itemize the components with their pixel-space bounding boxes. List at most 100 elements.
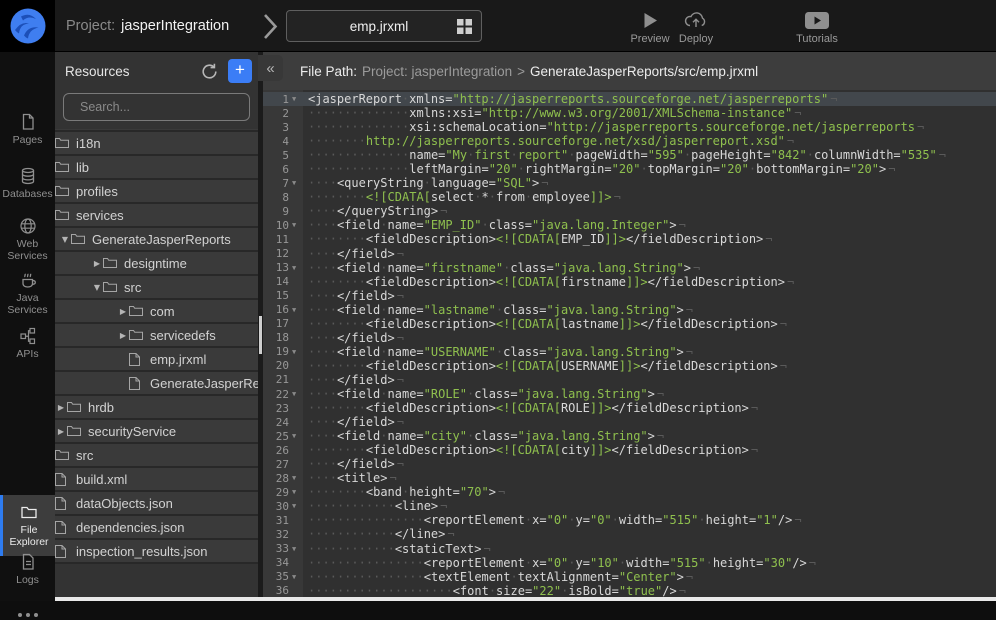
- code-line: ··············leftMargin="20"·rightMargi…: [303, 162, 996, 176]
- tree-item[interactable]: ▶servicedefs: [55, 324, 258, 348]
- chevron-right-icon[interactable]: ▶: [117, 331, 129, 340]
- databases-icon: [18, 166, 38, 186]
- grid-icon[interactable]: [457, 19, 472, 34]
- tree-item[interactable]: dataObjects.json: [55, 492, 258, 516]
- tree-item[interactable]: src: [55, 444, 258, 468]
- open-document-tab[interactable]: emp.jrxml: [286, 10, 482, 42]
- code-line: <jasperReport·xmlns="http://jasperreport…: [303, 92, 996, 106]
- file-icon: [129, 353, 143, 366]
- fold-arrow-icon[interactable]: ▼: [292, 488, 303, 496]
- code-line: ················<reportElement·x="0"·y="…: [303, 556, 996, 570]
- code-line: ············</line>¬: [303, 527, 996, 541]
- chevron-right-icon[interactable]: ▶: [91, 259, 103, 268]
- tree-item[interactable]: profiles: [55, 180, 258, 204]
- tree-item[interactable]: ▶hrdb: [55, 396, 258, 420]
- sidebar-item-web-services[interactable]: Web Services: [0, 214, 55, 264]
- tree-item[interactable]: i18n: [55, 132, 258, 156]
- folder-icon: [55, 185, 69, 197]
- folder-icon: [55, 161, 69, 173]
- project-label: Project:: [66, 18, 115, 34]
- horizontal-scrollbar[interactable]: [55, 597, 996, 601]
- sidebar-item-label: Logs: [16, 575, 39, 587]
- refresh-icon: [201, 63, 218, 80]
- tree-item[interactable]: ▶com: [55, 300, 258, 324]
- resources-scrollbar-thumb[interactable]: [259, 316, 262, 354]
- project-name: jasperIntegration: [121, 18, 229, 34]
- folder-icon: [67, 425, 81, 437]
- fold-arrow-icon[interactable]: ▼: [292, 502, 303, 510]
- code-line: ····</field>¬: [303, 331, 996, 345]
- tree-item-label: src: [124, 280, 141, 295]
- tutorials-button[interactable]: Tutorials: [788, 9, 846, 45]
- wavemaker-logo-icon: [9, 7, 47, 45]
- tree-item[interactable]: lib: [55, 156, 258, 180]
- line-number: 17: [263, 317, 292, 330]
- app-logo[interactable]: [0, 0, 55, 52]
- line-number: 30: [263, 500, 292, 513]
- tree-item[interactable]: inspection_results.json: [55, 540, 258, 564]
- chevron-right-icon[interactable]: ▶: [55, 403, 67, 412]
- globe-icon: [18, 216, 38, 236]
- line-number: 33: [263, 542, 292, 555]
- add-resource-button[interactable]: +: [228, 59, 252, 83]
- tree-item[interactable]: services: [55, 204, 258, 228]
- chevron-right-icon[interactable]: ▶: [55, 427, 67, 436]
- tree-item[interactable]: ▶ securityService: [55, 420, 258, 444]
- chevron-down-icon[interactable]: ▼: [59, 235, 71, 244]
- collapse-panel-button[interactable]: «: [258, 55, 283, 81]
- fold-arrow-icon[interactable]: ▼: [292, 348, 303, 356]
- tree-item[interactable]: ▼ src: [55, 276, 258, 300]
- code-lines[interactable]: <jasperReport·xmlns="http://jasperreport…: [303, 90, 996, 597]
- file-path-bar: File Path: Project: jasperIntegration > …: [263, 52, 996, 90]
- code-editor[interactable]: 1▼234567▼8910▼111213▼141516▼171819▼20212…: [263, 90, 996, 597]
- fold-arrow-icon[interactable]: ▼: [292, 545, 303, 553]
- file-path-project: Project: jasperIntegration: [362, 64, 512, 79]
- folder-icon: [103, 257, 117, 269]
- line-number: 10: [263, 219, 292, 232]
- tree-item-label: securityService: [88, 424, 176, 439]
- fold-arrow-icon[interactable]: ▼: [292, 221, 303, 229]
- fold-arrow-icon[interactable]: ▼: [292, 474, 303, 482]
- tree-item[interactable]: dependencies.json: [55, 516, 258, 540]
- chevron-down-icon[interactable]: ▼: [91, 283, 103, 292]
- code-line: ····</field>¬: [303, 247, 996, 261]
- fold-arrow-icon[interactable]: ▼: [292, 179, 303, 187]
- deploy-button[interactable]: Deploy: [667, 9, 725, 45]
- sidebar-item-java-services[interactable]: Java Services: [0, 268, 55, 318]
- chevron-right-icon[interactable]: ▶: [117, 307, 129, 316]
- line-number: 23: [263, 402, 292, 415]
- folder-icon: [55, 449, 69, 461]
- tree-item[interactable]: emp.jrxml: [55, 348, 258, 372]
- code-line: ········http://jasperreports.sourceforge…: [303, 134, 996, 148]
- sidebar-item-logs[interactable]: Logs: [0, 550, 55, 589]
- sidebar-item-databases[interactable]: Databases: [0, 164, 55, 203]
- tree-item-label: dependencies.json: [76, 520, 184, 535]
- refresh-button[interactable]: [199, 61, 220, 82]
- tree-item-label: lib: [76, 160, 89, 175]
- tree-item[interactable]: GenerateJasperReports.s: [55, 372, 258, 396]
- code-line: ····<field·name="firstname"·class="java.…: [303, 261, 996, 275]
- fold-arrow-icon[interactable]: ▼: [292, 95, 303, 103]
- folder-icon: [103, 281, 117, 293]
- sidebar-item-file-explorer[interactable]: File Explorer: [0, 495, 55, 556]
- line-number: 34: [263, 556, 292, 569]
- tree-item[interactable]: build.xml: [55, 468, 258, 492]
- fold-arrow-icon[interactable]: ▼: [292, 573, 303, 581]
- sidebar-item-more[interactable]: [0, 610, 55, 620]
- file-path-separator: >: [517, 64, 525, 79]
- fold-arrow-icon[interactable]: ▼: [292, 306, 303, 314]
- fold-arrow-icon[interactable]: ▼: [292, 264, 303, 272]
- file-icon: [55, 473, 69, 486]
- tree-item-label: GenerateJasperReports: [92, 232, 231, 247]
- sidebar-item-apis[interactable]: APIs: [0, 324, 55, 363]
- fold-arrow-icon[interactable]: ▼: [292, 390, 303, 398]
- tree-item[interactable]: ▶designtime: [55, 252, 258, 276]
- sidebar-item-pages[interactable]: Pages: [0, 110, 55, 149]
- fold-arrow-icon[interactable]: ▼: [292, 432, 303, 440]
- code-line: ····<field·name="EMP_ID"·class="java.lan…: [303, 218, 996, 232]
- tree-item[interactable]: ▼ GenerateJasperReports: [55, 228, 258, 252]
- search-input[interactable]: [80, 100, 241, 114]
- file-icon: [55, 521, 69, 534]
- line-number: 11: [263, 233, 292, 246]
- code-line: ········<![CDATA[select·*·from·employee]…: [303, 190, 996, 204]
